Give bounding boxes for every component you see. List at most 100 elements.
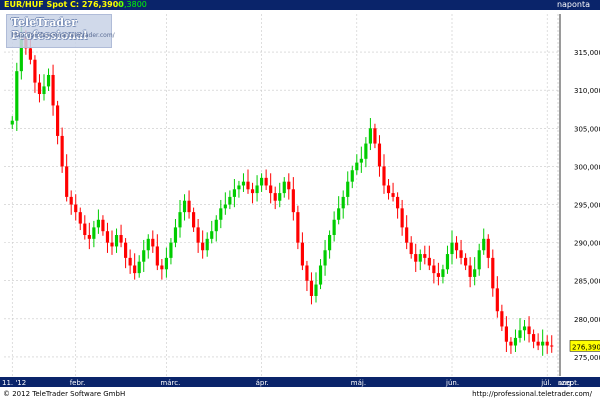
candle-body [346,181,350,197]
candle-body [155,246,159,266]
candle-body [468,265,472,277]
candle-body [350,170,354,182]
candle-body [386,185,391,194]
candle-body [42,86,46,95]
candle-body [255,185,259,194]
chart-area[interactable]: 315,0000 310,0000 305,0000 300,0000 295,0000… [0,10,600,387]
candle-body [459,250,463,258]
candle-body [373,128,377,144]
candle-body [445,254,450,270]
candle-body [482,238,486,251]
candle-body [464,257,468,266]
candle-body [314,284,318,296]
y-tick-label: 285,0000 [574,278,600,286]
candle-body [432,265,436,274]
candle-body [328,235,332,251]
candle-body [477,250,481,270]
candle-body [359,158,363,163]
candle-body [291,189,295,213]
chart-window: EUR/HUF Spot C: 276,3900 -0,3800 naponta… [0,0,600,400]
candle-body [495,288,499,312]
candle-body [436,273,440,277]
candle-body [164,257,168,270]
candle-body [536,341,540,346]
candle-body [473,269,477,277]
candle-body [192,212,196,228]
candle-body [178,212,182,228]
candle-body [504,326,508,342]
candle-body [309,280,314,296]
copyright-text: © 2012 TeleTrader Software GmbH [3,390,126,398]
candle-body [250,189,255,194]
chart-header-bar: EUR/HUF Spot C: 276,3900 -0,3800 naponta [0,0,600,10]
candle-body [341,196,345,209]
candle-body [278,193,282,201]
candle-body [182,200,187,213]
y-tick-label: 295,0000 [574,202,600,210]
candle-body [550,345,554,347]
teletrader-logo-watermark: TeleTrader Professional http://professio… [6,14,115,48]
footer-url[interactable]: http://professional.teletrader.com/ [472,388,592,400]
candle-body [282,181,286,194]
candle-body [450,242,454,255]
candle-body [509,341,513,346]
y-tick-label: 305,0000 [574,125,600,133]
candle-body [368,128,372,144]
candle-body [500,311,504,327]
x-tick-label: máj. [351,379,366,387]
candle-body [83,223,87,236]
instrument-symbol[interactable]: EUR/HUF Spot [4,0,67,10]
candle-body [56,105,60,136]
price-chart[interactable]: 315,0000 310,0000 305,0000 300,0000 295,0000… [0,10,600,387]
candle-body [15,71,19,121]
candle-body [382,166,386,186]
y-tick-label: 310,0000 [574,87,600,95]
candle-body [51,74,55,106]
candle-body [46,74,51,87]
candle-body [518,330,522,338]
candle-body [323,250,327,266]
candle-body [246,181,250,190]
y-tick-label: 280,0000 [574,316,600,324]
candle-body [201,242,205,251]
candle-body [527,326,531,335]
candle-body [441,269,445,277]
candle-body [486,238,490,258]
candle-body [318,265,323,285]
candle-body [78,212,82,224]
candle-body [427,257,431,266]
candle-body [332,219,336,236]
candle-body [210,231,214,239]
candle-body [219,208,223,220]
period-selector[interactable]: naponta [557,0,590,10]
candle-body [205,238,209,251]
candle-body [513,337,518,346]
candle-body [300,242,304,266]
candle-body [187,200,191,213]
candle-body [269,185,273,194]
candle-body [237,185,241,190]
candle-body [196,227,200,243]
candle-body [414,254,418,262]
candle-body [105,231,110,243]
candle-body [241,181,246,186]
x-tick-label: ápr. [256,379,269,387]
candle-body [232,189,236,197]
candle-body [418,254,422,262]
candle-body [545,341,549,346]
candle-body [151,238,155,247]
candle-body [33,59,37,83]
candle-body [541,341,545,346]
x-tick-label: 11. '12 [2,379,26,387]
candle-body [491,257,495,289]
candle-body [69,196,73,205]
candle-body [400,208,404,228]
x-tick-label: márc. [160,379,180,387]
candle-body [173,227,178,243]
candle-body [119,235,123,243]
candle-body [60,135,64,167]
candle-body [146,238,150,251]
last-price-value: 276,3900 [572,343,600,351]
x-tick-label: szept. [558,379,579,387]
chart-footer: © 2012 TeleTrader Software GmbH http://p… [0,388,600,400]
